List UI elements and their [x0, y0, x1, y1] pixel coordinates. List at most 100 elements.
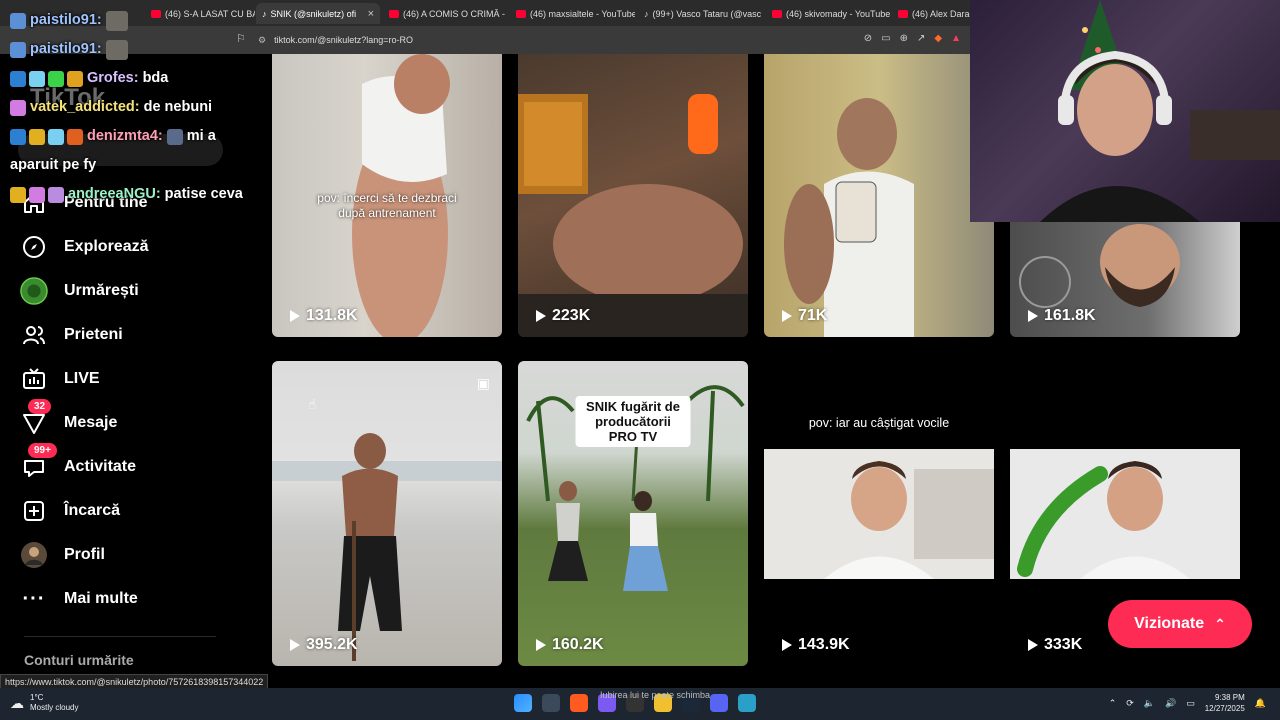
chat-message: paistilo91:: [10, 35, 300, 64]
address-bar-actions: ⊘ ▭ ⊕ ↗ ◆ ▲: [864, 33, 961, 44]
weather-widget[interactable]: ☁ 1°C Mostly cloudy: [10, 693, 78, 713]
sidebar-item-activity[interactable]: 99+ Activitate: [20, 443, 136, 484]
friends-icon: [20, 321, 48, 349]
chat-badge-icon: [29, 128, 45, 145]
chevron-up-icon[interactable]: ⌃: [1109, 698, 1117, 709]
chat-badge-icon: [10, 70, 26, 87]
chat-message: aparuit pe fy: [10, 157, 97, 173]
view-count: 143.9K: [782, 636, 850, 654]
compass-icon: [20, 233, 48, 261]
upload-icon: [20, 497, 48, 525]
brave-shield-icon[interactable]: ◆: [934, 33, 942, 44]
view-count: 395.2K: [290, 636, 358, 654]
chat-message: andreeaNGU: patise ceva: [10, 180, 300, 209]
taskbar-search-hint[interactable]: Iubirea lui te poate schimba: [600, 690, 710, 700]
volume-icon[interactable]: 🔈: [1144, 698, 1155, 709]
notifications-icon[interactable]: 🔔: [1255, 698, 1266, 709]
sidebar-item-more[interactable]: ··· Mai multe: [20, 582, 138, 616]
video-caption: pov: încerci să te dezbraci după antrena…: [317, 191, 457, 220]
chat-badge-icon: [67, 70, 83, 87]
video-thumbnail: [784, 98, 914, 337]
url-field[interactable]: ⚙ tiktok.com/@snikuletz?lang=ro-RO: [258, 31, 958, 49]
video-thumbnail: [518, 94, 748, 337]
browser-tab[interactable]: (46) A COMIS O CRIMĂ -: [383, 3, 508, 24]
chat-badge-icon: [10, 186, 26, 203]
brave-rewards-icon[interactable]: ▲: [951, 33, 961, 44]
emote-icon: [105, 39, 128, 60]
activity-badge: 99+: [28, 443, 57, 458]
video-thumbnail: [272, 433, 502, 661]
play-icon: [536, 310, 546, 322]
chat-badge-icon: [10, 99, 26, 116]
cloud-icon: ☁: [10, 695, 24, 711]
chevron-double-up-icon: ⌃: [1214, 615, 1226, 632]
play-icon: [782, 310, 792, 322]
view-count: 131.8K: [290, 307, 358, 325]
edge-browser-icon[interactable]: [738, 694, 756, 712]
view-count: 333K: [1028, 636, 1082, 654]
close-tab-icon[interactable]: ×: [368, 8, 374, 20]
browser-tab[interactable]: ♪ (99+) Vasco Tataru (@vasc: [638, 3, 763, 24]
video-tile[interactable]: SNIK fugărit de producătorii PRO TV 160.…: [518, 361, 748, 666]
play-icon: [290, 310, 300, 322]
webcam-feed: [1040, 0, 1280, 222]
sidebar-item-messages[interactable]: 32 Mesaje: [20, 399, 117, 440]
cast-icon[interactable]: ▭: [881, 33, 890, 44]
discord-icon[interactable]: [710, 694, 728, 712]
chat-badge-icon: [48, 186, 64, 203]
share-icon[interactable]: ↗: [917, 33, 925, 44]
chat-message: denizmta4: mi a: [10, 122, 300, 151]
youtube-icon: [389, 9, 399, 18]
sidebar-item-upload[interactable]: Încarcă: [20, 494, 120, 528]
system-tray: ⌃ ⟳ 🔈 🔊 ▭ 9:38 PM 12/27/2025 🔔: [1109, 692, 1266, 714]
view-count: 71K: [782, 307, 827, 325]
browser-tab[interactable]: (46) Alex Daragi: [892, 3, 975, 24]
task-view-icon[interactable]: [542, 694, 560, 712]
video-tile[interactable]: pov: iar au câștigat vocile 143.9K: [764, 361, 994, 666]
play-icon: [782, 639, 792, 651]
taskbar-clock[interactable]: 9:38 PM 12/27/2025: [1205, 692, 1245, 714]
youtube-icon: [772, 9, 782, 18]
video-tile[interactable]: 161.8K: [1010, 222, 1240, 337]
video-tile[interactable]: ▣ 395.2K: [272, 361, 502, 666]
webcam-overlay: [970, 0, 1280, 222]
play-icon: [1028, 639, 1038, 651]
chat-badge-icon: [10, 41, 26, 58]
play-icon: [1028, 310, 1038, 322]
video-tile[interactable]: 71K: [764, 54, 994, 337]
watched-history-button[interactable]: Vizionate ⌃: [1108, 600, 1252, 648]
sidebar-item-following[interactable]: Urmărești: [20, 274, 139, 308]
video-caption: SNIK fugărit de producătorii PRO TV: [575, 396, 691, 447]
video-tile[interactable]: pov: încerci să te dezbraci după antrena…: [272, 54, 502, 337]
taskbar: ☁ 1°C Mostly cloudy Iubirea lui te poate…: [0, 688, 1280, 720]
video-tile[interactable]: 223K: [518, 54, 748, 337]
sidebar-item-explore[interactable]: Explorează: [20, 230, 148, 264]
browser-tab[interactable]: (46) skivomady - YouTube: [766, 3, 890, 24]
sidebar-item-friends[interactable]: Prieteni: [20, 318, 123, 352]
sidebar-item-profile[interactable]: Profil: [20, 538, 105, 572]
activity-icon: 99+: [20, 443, 57, 481]
youtube-icon: [898, 9, 908, 18]
speaker-icon[interactable]: 🔊: [1165, 698, 1176, 709]
zoom-icon[interactable]: ⊕: [900, 33, 908, 44]
sidebar-item-live[interactable]: LIVE: [20, 362, 100, 396]
messages-badge: 32: [28, 399, 52, 414]
video-caption: pov: iar au câștigat vocile: [808, 416, 950, 430]
tracking-off-icon[interactable]: ⊘: [864, 33, 872, 44]
browser-tab[interactable]: (46) maxsialtele - YouTube: [510, 3, 635, 24]
video-thumbnail: [1010, 449, 1240, 579]
sync-icon[interactable]: ⟳: [1126, 698, 1134, 709]
chat-badge-icon: [10, 128, 26, 145]
play-icon: [290, 639, 300, 651]
live-icon: [20, 365, 48, 393]
start-windows-icon[interactable]: [514, 694, 532, 712]
mouse-cursor-icon: ☝: [308, 396, 317, 412]
brave-browser-icon[interactable]: [570, 694, 588, 712]
network-icon[interactable]: ▭: [1186, 698, 1195, 709]
youtube-icon: [516, 9, 526, 18]
chat-badge-icon: [29, 70, 45, 87]
chat-message: Grofes: bda: [10, 64, 300, 93]
messages-icon: 32: [20, 399, 52, 437]
emote-icon: [166, 128, 183, 145]
chat-badge-icon: [67, 128, 83, 145]
